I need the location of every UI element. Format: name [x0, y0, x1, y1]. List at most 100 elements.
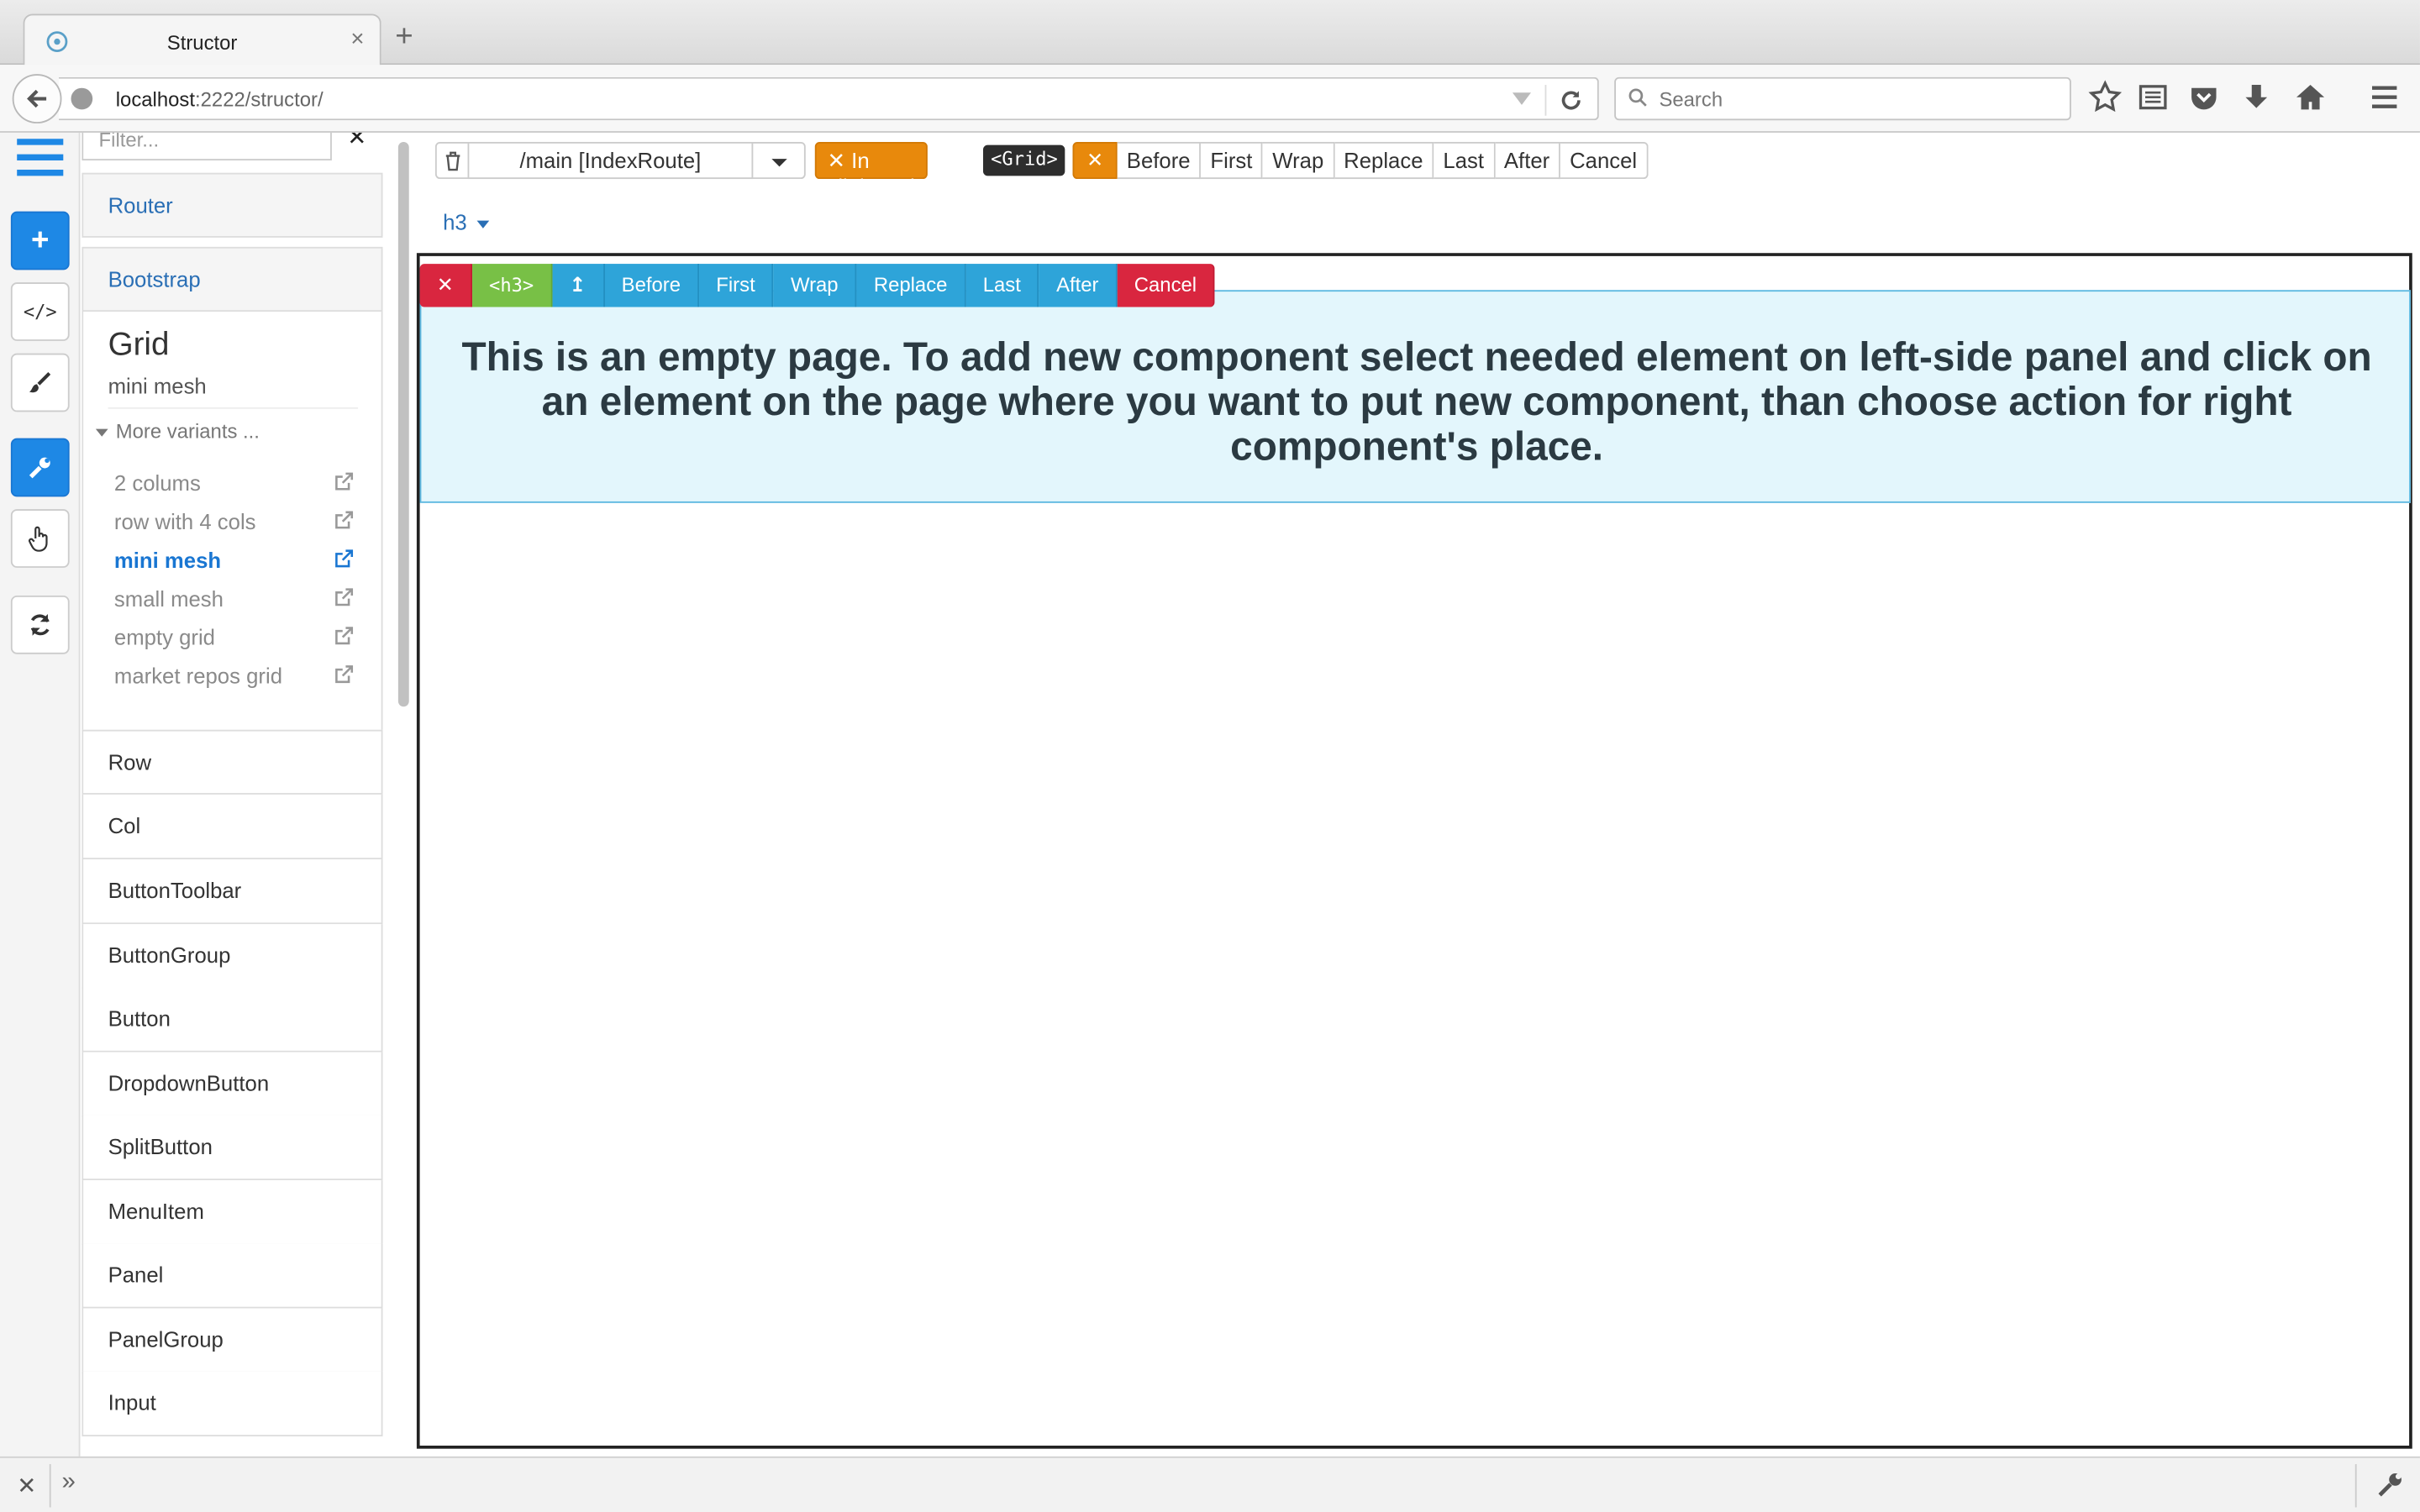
- component-button[interactable]: Button: [82, 987, 383, 1053]
- component-panel[interactable]: Panel: [82, 1243, 383, 1309]
- variant-label: 2 colums: [113, 470, 201, 496]
- external-link-icon[interactable]: [334, 549, 354, 570]
- variant-item[interactable]: small mesh: [114, 586, 354, 611]
- reading-list-icon[interactable]: [2136, 81, 2170, 114]
- source-code-button[interactable]: </>: [10, 282, 70, 341]
- selection-breadcrumb[interactable]: h3: [443, 210, 489, 234]
- overlay-cancel-button[interactable]: Cancel: [1117, 264, 1216, 307]
- url-host: localhost: [115, 87, 195, 112]
- pocket-icon[interactable]: [2187, 81, 2221, 114]
- bookmark-star-icon[interactable]: [2088, 80, 2123, 114]
- search-bar[interactable]: Search: [1614, 76, 2071, 121]
- variant-item[interactable]: 2 colums: [113, 470, 354, 496]
- new-tab-icon[interactable]: +: [395, 22, 413, 53]
- component-splitbutton[interactable]: SplitButton: [82, 1115, 383, 1181]
- route-selector[interactable]: /main [IndexRoute]: [467, 141, 754, 180]
- group-bootstrap[interactable]: Bootstrap: [82, 246, 383, 312]
- toolbar-last-button[interactable]: Last: [1434, 141, 1495, 180]
- tab-bar: Structor × +: [0, 0, 2420, 66]
- toolbar-before-button[interactable]: Before: [1117, 141, 1202, 180]
- divider: [49, 1464, 51, 1508]
- delete-page-button[interactable]: [434, 141, 470, 180]
- grid-component-card: Grid mini mesh More variants ... 2 colum…: [82, 312, 383, 732]
- variant-item[interactable]: empty grid: [114, 625, 354, 649]
- search-icon: [1628, 88, 1647, 107]
- divider: [2354, 1464, 2357, 1508]
- clear-clipboard-button[interactable]: ✕: [1072, 141, 1118, 180]
- overlay-before-button[interactable]: Before: [604, 264, 700, 307]
- style-button[interactable]: [10, 353, 70, 412]
- external-link-icon[interactable]: [334, 588, 354, 608]
- variant-item-active[interactable]: mini mesh: [114, 548, 354, 572]
- toolbar-after-button[interactable]: After: [1494, 141, 1561, 180]
- clipboard-component-tag: <Grid>: [982, 144, 1065, 176]
- filter-input[interactable]: Filter...: [82, 132, 332, 161]
- component-palette: Filter... ✕ Router Bootstrap Grid mini m…: [82, 132, 383, 1457]
- search-placeholder: Search: [1659, 87, 1723, 112]
- refresh-icon: [30, 614, 50, 636]
- variant-item[interactable]: market repos grid: [114, 664, 354, 688]
- overlay-first-button[interactable]: First: [699, 264, 774, 307]
- url-bar[interactable]: localhost:2222/structor/: [58, 76, 1599, 121]
- url-history-dropdown-icon[interactable]: [1512, 92, 1532, 105]
- external-link-icon[interactable]: [334, 511, 354, 531]
- hamburger-menu-icon[interactable]: [2367, 81, 2401, 114]
- component-panelgroup[interactable]: PanelGroup: [82, 1308, 383, 1373]
- component-menuitem[interactable]: MenuItem: [82, 1180, 383, 1246]
- close-icon: ✕: [1086, 148, 1104, 171]
- palette-scrollbar[interactable]: [395, 133, 410, 1457]
- toolbar-first-button[interactable]: First: [1201, 141, 1264, 180]
- toolbar-replace-button[interactable]: Replace: [1334, 141, 1434, 180]
- overlay-after-button[interactable]: After: [1039, 264, 1118, 307]
- overlay-replace-button[interactable]: Replace: [856, 264, 966, 307]
- selected-heading[interactable]: This is an empty page. To add new compon…: [419, 290, 2411, 503]
- component-buttontoolbar[interactable]: ButtonToolbar: [82, 859, 383, 925]
- refresh-button[interactable]: [10, 595, 70, 654]
- component-col[interactable]: Col: [82, 794, 383, 860]
- external-link-icon[interactable]: [334, 627, 354, 647]
- component-input[interactable]: Input: [82, 1371, 383, 1436]
- preview-mode-button[interactable]: [10, 509, 70, 568]
- url-text: localhost:2222/structor/: [116, 88, 324, 112]
- page-canvas: This is an empty page. To add new compon…: [416, 253, 2412, 1449]
- component-buttongroup[interactable]: ButtonGroup: [82, 924, 383, 990]
- caret-down-icon: [95, 428, 108, 437]
- clipboard-action-group: ✕ Before First Wrap Replace Last After C…: [1072, 141, 1649, 180]
- tab-close-icon[interactable]: ×: [350, 26, 364, 52]
- route-dropdown-button[interactable]: [751, 141, 806, 180]
- reload-icon[interactable]: [1559, 88, 1583, 113]
- site-info-icon[interactable]: [71, 87, 93, 110]
- component-dropdownbutton[interactable]: DropdownButton: [82, 1052, 383, 1117]
- chevron-double-right-icon[interactable]: »: [61, 1469, 75, 1497]
- scrollbar-thumb[interactable]: [397, 141, 409, 707]
- toolbar-wrap-button[interactable]: Wrap: [1263, 141, 1335, 180]
- add-component-button[interactable]: +: [10, 211, 70, 270]
- component-row[interactable]: Row: [82, 729, 383, 795]
- wrench-icon[interactable]: [2377, 1470, 2405, 1498]
- external-link-icon[interactable]: [334, 472, 354, 492]
- arrow-up-icon: ↥: [569, 273, 587, 297]
- variant-item[interactable]: row with 4 cols: [114, 509, 354, 533]
- overlay-last-button[interactable]: Last: [965, 264, 1039, 307]
- external-link-icon[interactable]: [334, 665, 354, 685]
- menu-icon[interactable]: [14, 136, 66, 182]
- clipboard-button[interactable]: ✕ In clipboard: [814, 141, 928, 199]
- more-variants-toggle[interactable]: More variants ...: [95, 420, 260, 443]
- group-router[interactable]: Router: [82, 172, 383, 238]
- variant-label: market repos grid: [113, 663, 283, 689]
- clear-filter-icon[interactable]: ✕: [347, 133, 366, 151]
- close-icon[interactable]: ✕: [17, 1472, 36, 1499]
- close-icon: ✕: [827, 148, 846, 173]
- toolbar-cancel-button[interactable]: Cancel: [1560, 141, 1649, 180]
- left-toolbar: + </>: [0, 132, 81, 1457]
- back-button[interactable]: [12, 74, 62, 123]
- select-parent-button[interactable]: ↥: [552, 264, 605, 307]
- overlay-wrap-button[interactable]: Wrap: [773, 264, 857, 307]
- element-tag-button[interactable]: <h3>: [471, 264, 553, 307]
- home-icon[interactable]: [2293, 81, 2327, 114]
- edit-mode-button[interactable]: [10, 438, 70, 497]
- brush-icon: [29, 372, 51, 393]
- tab-structor[interactable]: Structor ×: [23, 13, 381, 66]
- download-icon[interactable]: [2239, 81, 2273, 114]
- delete-element-button[interactable]: ✕: [419, 264, 472, 307]
